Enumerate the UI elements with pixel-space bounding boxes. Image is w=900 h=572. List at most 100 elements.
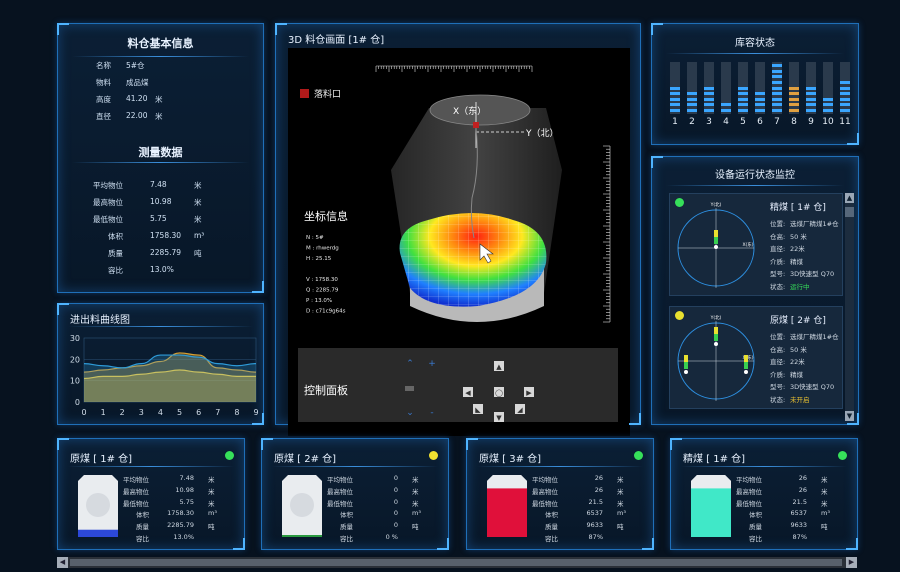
silo-icon — [282, 475, 322, 537]
card-key: 状态: — [770, 395, 786, 404]
pan-left-button[interactable]: ◀ — [463, 387, 473, 397]
silo-unit: 米 — [412, 499, 419, 508]
bin-label: 3 — [706, 117, 712, 127]
silo-3d-scene[interactable]: 落料口 X（东） Y（北） 坐标信息 N : 5# M : rhwerdg H : … — [288, 48, 630, 436]
zoom-out-icon[interactable]: - — [430, 408, 433, 418]
silo-key: 容比 — [749, 535, 762, 543]
bin-level-segment — [755, 109, 765, 112]
scroll-left-icon[interactable]: ◀ — [57, 557, 68, 568]
view3d-panel: 3D 料仓画面 [1# 仓] 落料口 X（东） Y（北） 坐标信息 N: 5#… — [275, 23, 641, 436]
bin-level-segment — [704, 103, 714, 107]
x-tick-label: 0 — [81, 408, 86, 417]
bin-level-segment — [721, 103, 731, 107]
pan-right-button[interactable]: ▶ — [524, 387, 534, 397]
tilt-down-icon[interactable]: ⌄ — [406, 408, 414, 418]
silo-unit: 吨 — [208, 523, 215, 532]
pan-down-button[interactable]: ▼ — [494, 412, 504, 422]
monitor-card[interactable]: Y(北) X(东) 精煤 [ 1# 仓] 位置: 选煤厂精煤1#仓 仓高: 50 米直径: 2… — [669, 193, 843, 296]
bin-level-segment — [670, 109, 680, 112]
silo-unit: 米 — [208, 476, 215, 484]
measure-value: 1758.30 — [150, 231, 182, 240]
bin-level-segment — [823, 103, 833, 107]
sensor-bar — [744, 355, 748, 362]
y-tick-label: 20 — [70, 355, 80, 364]
silo-unit: m³ — [412, 509, 421, 518]
measure-value: 5.75 — [150, 214, 167, 223]
info-value: 成品煤 — [126, 78, 149, 87]
measure-unit: 米 — [194, 215, 202, 224]
monitor-scrollbar[interactable]: ▲ ▼ — [845, 193, 854, 421]
silo-card[interactable]: 精煤 [ 1# 仓] 平均物位 26 米最高物位 26 米最低物位 21.5 米体积 6537 m… — [670, 438, 858, 550]
scroll-up-icon[interactable]: ▲ — [845, 193, 854, 203]
capacity-bin[interactable] — [755, 62, 765, 114]
scroll-thumb[interactable] — [845, 207, 854, 217]
center-button[interactable]: ◯ — [494, 387, 504, 397]
silo-key: 容比 — [545, 535, 558, 543]
bin-level-segment — [806, 86, 816, 90]
scroll-thumb[interactable] — [70, 559, 842, 566]
card-status: 未开启 — [790, 395, 810, 404]
bin-label: 5 — [740, 117, 746, 127]
bin-level-segment — [806, 97, 816, 101]
scroll-right-icon[interactable]: ▶ — [846, 557, 857, 568]
silo-value: 26 — [594, 485, 603, 494]
silo-key: 最高物位 — [327, 487, 353, 496]
info-unit: 米 — [155, 95, 163, 104]
svg-text:◀: ◀ — [465, 389, 471, 397]
silo-icon — [487, 475, 527, 537]
capacity-bin[interactable] — [772, 62, 782, 114]
rotate-right-button[interactable]: ◢ — [515, 404, 525, 414]
card-value: 50 米 — [790, 345, 807, 354]
silo-value: 26 — [594, 474, 603, 482]
bin-level-segment — [738, 92, 748, 96]
capacity-bin[interactable] — [823, 62, 833, 114]
capacity-bin[interactable] — [704, 62, 714, 114]
silo-card-title: 原煤 [ 1# 仓] — [70, 454, 133, 465]
measure-key: 平均物位 — [93, 181, 123, 190]
silo-unit: 吨 — [617, 523, 624, 532]
measure-key: 容比 — [108, 266, 123, 275]
bin-level-segment — [687, 109, 697, 112]
view3d-canvas[interactable]: 落料口 X（东） Y（北） 坐标信息 N : 5# M : rhwerdg H : … — [288, 48, 630, 436]
silo-value: 87% — [588, 533, 603, 541]
bin-label: 8 — [791, 117, 797, 127]
info-key: 高度 — [96, 95, 111, 104]
capacity-bin[interactable] — [738, 62, 748, 114]
pan-up-button[interactable]: ▲ — [494, 361, 504, 371]
bin-level-segment — [772, 86, 782, 90]
capacity-bin[interactable] — [670, 62, 680, 114]
card-value: 22米 — [790, 245, 805, 253]
card-key: 位置: — [770, 220, 786, 228]
reset-view-icon[interactable] — [405, 386, 414, 391]
silo-card[interactable]: 原煤 [ 1# 仓] 平均物位 7.48 米最高物位 10.98 米最低物位 5.75 米体积… — [57, 438, 245, 550]
capacity-bin[interactable] — [806, 62, 816, 114]
y-tick-label: 30 — [70, 334, 80, 343]
silo-card[interactable]: 原煤 [ 3# 仓] 平均物位 26 米最高物位 26 米最低物位 21.5 米体积 6537 m… — [466, 438, 654, 550]
capacity-bin[interactable] — [840, 62, 850, 114]
coord-line: Q : 2285.79 — [306, 288, 339, 294]
measure-key: 最低物位 — [93, 215, 123, 224]
silo-info-title: 料仓基本信息 — [127, 37, 194, 50]
rotate-left-button[interactable]: ◣ — [473, 404, 483, 414]
scroll-down-icon[interactable]: ▼ — [845, 411, 854, 421]
bin-label: 1 — [672, 117, 678, 127]
bin-level-segment — [755, 92, 765, 96]
tilt-up-icon[interactable]: ⌃ — [406, 359, 414, 369]
card-status: 运行中 — [790, 282, 810, 291]
right-ruler — [603, 145, 611, 323]
capacity-bin[interactable] — [721, 62, 731, 114]
sensor-bar — [714, 237, 718, 244]
bottom-scrollbar[interactable]: ◀ ▶ — [57, 557, 857, 568]
zoom-in-icon[interactable]: + — [428, 359, 436, 369]
silo-card[interactable]: 原煤 [ 2# 仓] 平均物位 0 米最高物位 0 米最低物位 0 米体积 0 m³ 质量 0 吨容比 0… — [261, 438, 449, 550]
capacity-bin[interactable] — [687, 62, 697, 114]
silo-status-dot — [838, 451, 847, 460]
bin-level-segment — [772, 69, 782, 73]
capacity-bin[interactable] — [789, 62, 799, 114]
card-title: 精煤 [ 1# 仓] — [770, 203, 826, 213]
bin-level-segment — [840, 92, 850, 96]
silo-value: 5.75 — [179, 497, 194, 506]
silo-key: 质量 — [340, 523, 353, 532]
monitor-card[interactable]: Y(北)X(东) 原煤 [ 2# 仓] 位置: 选煤厂精煤1#仓仓高: 50 米直径: 2… — [669, 306, 843, 409]
silo-fill-level — [282, 535, 322, 537]
